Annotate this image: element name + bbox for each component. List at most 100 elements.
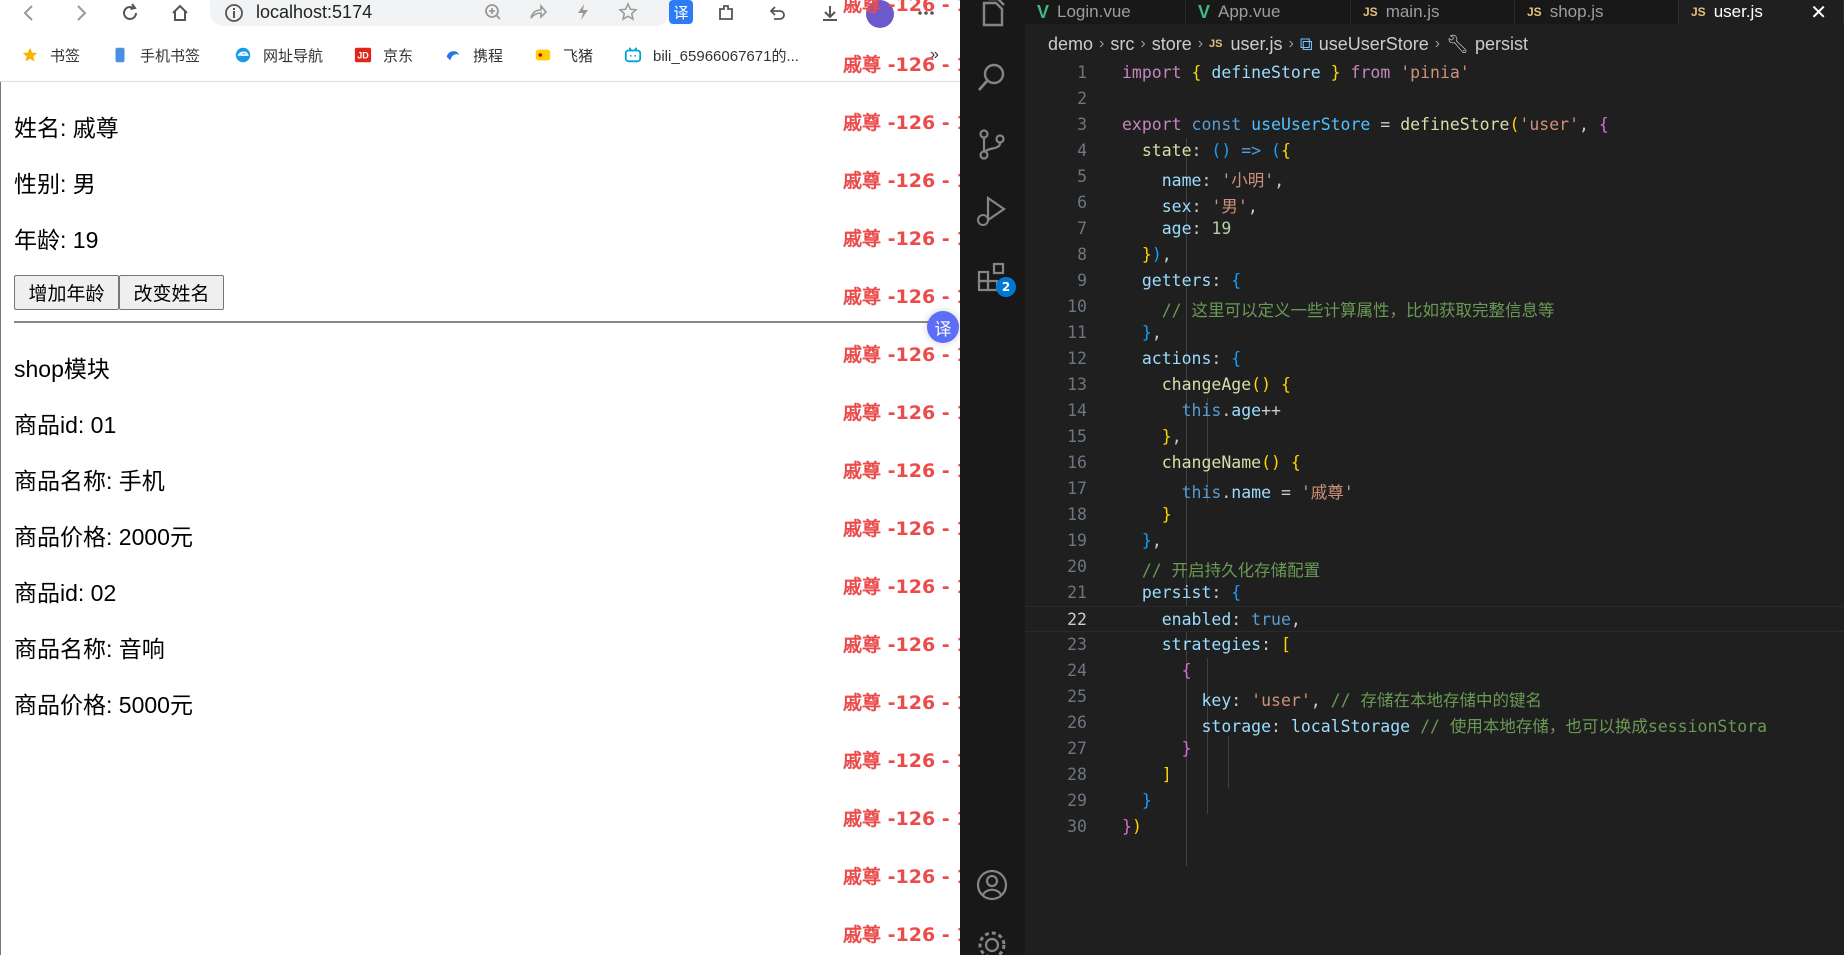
code-line: 10 // 这里可以定义一些计算属性，比如获取完整信息等: [1025, 294, 1844, 320]
settings-gear-icon[interactable]: [971, 924, 1013, 955]
line-number: 11: [1067, 323, 1087, 342]
bookmark-item[interactable]: 网址导航: [233, 44, 323, 66]
code-line: 11 },: [1025, 320, 1844, 346]
url-text[interactable]: localhost:5174: [256, 2, 372, 23]
bookmark-item[interactable]: bili_65966067671的...: [623, 44, 799, 66]
line-number: 6: [1077, 193, 1087, 212]
code-line: 30}): [1025, 814, 1844, 840]
product-name: 商品名称: 音响: [14, 636, 165, 662]
bookmark-item[interactable]: 飞猪: [533, 44, 593, 66]
bookmark-label: 网址导航: [263, 47, 324, 65]
tab-label: user.js: [1713, 2, 1763, 21]
vue-file-icon: V: [1198, 1, 1211, 22]
code-line: 18 }: [1025, 502, 1844, 528]
line-number: 26: [1067, 713, 1087, 732]
undo-icon[interactable]: [763, 1, 789, 25]
share-icon[interactable]: [525, 0, 551, 24]
bookmark-label: 携程: [473, 47, 504, 65]
tab-login-vue[interactable]: V Login.vue: [1025, 0, 1186, 24]
code-line: 23 strategies: [: [1025, 632, 1844, 658]
line-number: 13: [1067, 375, 1087, 394]
explorer-icon[interactable]: [971, 0, 1013, 36]
close-icon[interactable]: ✕: [1810, 0, 1827, 24]
code-line: 17 this.name = '戚尊': [1025, 476, 1844, 502]
code-line: 21 persist: {: [1025, 580, 1844, 606]
zoom-icon[interactable]: [480, 0, 506, 24]
bookmark-item[interactable]: 手机书签: [110, 44, 200, 66]
run-debug-icon[interactable]: [971, 190, 1013, 232]
code-line: 28 ]: [1025, 762, 1844, 788]
download-icon[interactable]: [817, 1, 843, 25]
site-info-icon[interactable]: [224, 3, 244, 23]
forward-icon[interactable]: [68, 1, 94, 25]
bookmark-item[interactable]: 携程: [443, 44, 503, 66]
code-line: 26 storage: localStorage // 使用本地存储，也可以换成…: [1025, 710, 1844, 736]
ctrip-icon: [443, 45, 463, 65]
line-number: 8: [1077, 245, 1087, 264]
lightning-icon[interactable]: [570, 0, 596, 24]
extensions-icon[interactable]: [713, 1, 739, 25]
bookmark-label: 手机书签: [140, 47, 201, 65]
line-number: 24: [1067, 661, 1087, 680]
line-number: 25: [1067, 687, 1087, 706]
bilibili-icon: [623, 45, 643, 65]
line-number: 3: [1077, 115, 1087, 134]
line-number: 22: [1067, 610, 1087, 629]
chevron-right-icon: ›: [1434, 35, 1441, 52]
add-age-button[interactable]: 增加年龄: [14, 275, 119, 310]
tab-app-vue[interactable]: V App.vue: [1186, 0, 1351, 24]
line-number: 27: [1067, 739, 1087, 758]
code-area[interactable]: 1 import { defineStore } from 'pinia' 2 3…: [1025, 60, 1844, 866]
line-number: 20: [1067, 557, 1087, 576]
line-number: 21: [1067, 583, 1087, 602]
fliggy-icon: [533, 45, 553, 65]
code-line: 2: [1025, 86, 1844, 112]
account-icon[interactable]: [971, 864, 1013, 906]
line-number: 29: [1067, 791, 1087, 810]
line-number: 5: [1077, 167, 1087, 186]
tab-label: Login.vue: [1057, 2, 1131, 21]
tab-main-js[interactable]: JS main.js: [1351, 0, 1515, 24]
reload-icon[interactable]: [117, 1, 143, 25]
js-file-icon: JS: [1209, 38, 1223, 50]
line-number: 2: [1077, 89, 1087, 108]
user-name: 姓名: 戚尊: [14, 115, 119, 141]
line-number: 17: [1067, 479, 1087, 498]
address-bar[interactable]: localhost:5174: [210, 0, 670, 26]
bookmark-item[interactable]: JD 京东: [353, 44, 413, 66]
breadcrumb-item[interactable]: demo: [1048, 34, 1093, 55]
code-line: 3 export const useUserStore = defineStore…: [1025, 112, 1844, 138]
user-sex: 性别: 男: [14, 171, 96, 197]
back-icon[interactable]: [16, 1, 42, 25]
tab-user-js[interactable]: JS user.js ✕: [1679, 0, 1844, 24]
breadcrumb-item[interactable]: persist: [1475, 34, 1528, 55]
jd-icon: JD: [353, 45, 373, 65]
symbol-variable-icon: ⧉: [1299, 33, 1313, 54]
code-line: 24 {: [1025, 658, 1844, 684]
breadcrumb-item[interactable]: src: [1110, 34, 1134, 55]
code-line: 20 // 开启持久化存储配置: [1025, 554, 1844, 580]
star-icon[interactable]: [615, 0, 641, 24]
bookmark-label: 飞猪: [563, 47, 594, 65]
code-line: 7 age: 19: [1025, 216, 1844, 242]
bookmark-item[interactable]: 书签: [20, 44, 80, 66]
home-icon[interactable]: [167, 1, 193, 25]
user-age: 年龄: 19: [14, 227, 99, 253]
tab-label: shop.js: [1549, 2, 1604, 21]
tab-label: App.vue: [1218, 2, 1281, 21]
editor-tabs: V Login.vue V App.vue JS main.js JS shop.js …: [1025, 0, 1844, 24]
breadcrumb-item[interactable]: store: [1152, 34, 1192, 55]
code-line: 16 changeName() {: [1025, 450, 1844, 476]
tab-shop-js[interactable]: JS shop.js: [1515, 0, 1679, 24]
line-number: 15: [1067, 427, 1087, 446]
search-icon[interactable]: [971, 57, 1013, 99]
breadcrumb-item[interactable]: user.js: [1231, 34, 1283, 55]
translate-icon[interactable]: 译: [669, 0, 693, 24]
tab-label: main.js: [1385, 2, 1440, 21]
product-name: 商品名称: 手机: [14, 468, 165, 494]
breadcrumb-item[interactable]: useUserStore: [1319, 34, 1429, 55]
source-control-icon[interactable]: [971, 123, 1013, 165]
code-line: 29 }: [1025, 788, 1844, 814]
change-name-button[interactable]: 改变姓名: [119, 275, 224, 310]
translate-float-button[interactable]: 译: [927, 311, 959, 343]
